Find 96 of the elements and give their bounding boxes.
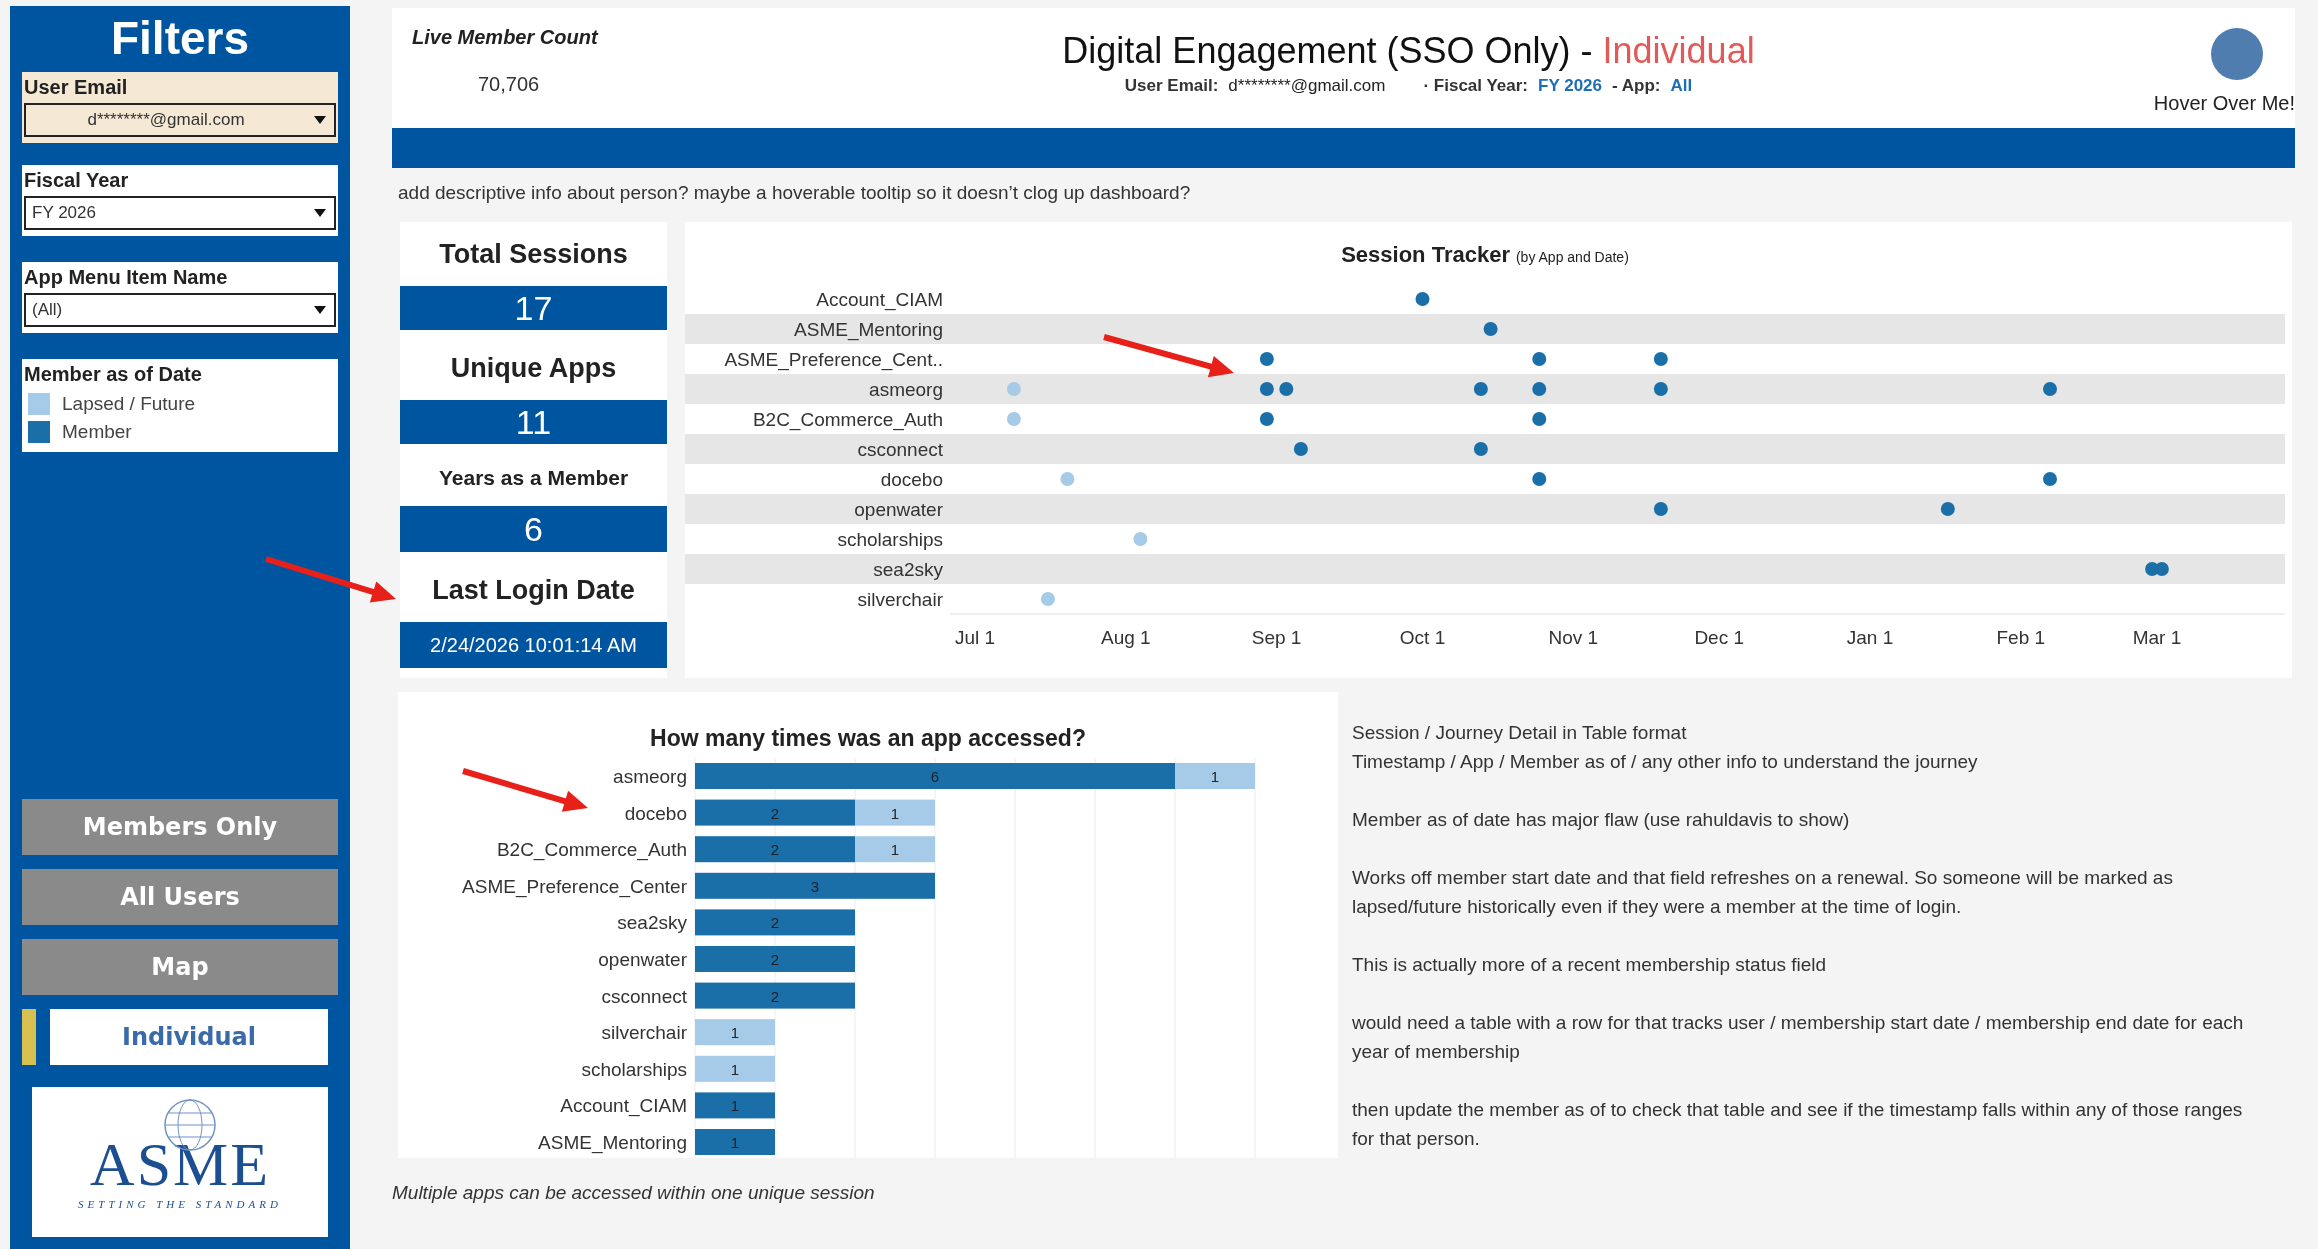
logo-name: ASME (89, 1134, 271, 1194)
filter-label: Member as of Date (24, 363, 203, 386)
axis-label: scholarships (837, 529, 943, 550)
axis-label: Sep 1 (1251, 627, 1302, 648)
axis-label: openwater (854, 499, 943, 520)
kpi-value: 70,706 (477, 73, 541, 96)
caret-icon (314, 209, 326, 217)
axis-label: openwater (598, 949, 687, 970)
value-label: 2 (770, 951, 780, 968)
note-text: then update the member as of to check that table and see if the timestamp falls within any of those ranges for that person. (1352, 1098, 2244, 1151)
axis-label: silverchair (601, 1022, 687, 1044)
note-text: would need a table with a row for that tracks user / membership start date / membership end date for each year of membership (1352, 1011, 2245, 1064)
chart-title: How many times was an app accessed? (650, 725, 1086, 751)
hover-circle-icon[interactable] (2211, 28, 2263, 80)
kpi-label: Unique Apps (449, 351, 618, 385)
axis-label: sea2sky (873, 559, 943, 580)
axis-label: docebo (624, 802, 687, 824)
axis-label: B2C_Commerce_Auth (752, 409, 943, 430)
kpi-label: Last Login Date (431, 573, 636, 607)
note-text: Session / Journey Detail in Table format (1352, 721, 1688, 745)
axis-label: Nov 1 (1548, 627, 1599, 648)
value-label: 1 (730, 1134, 740, 1151)
value-label: 1 (890, 841, 900, 859)
summary-value: FY 2026 (1538, 76, 1602, 96)
axis-label: ASME_Preference_Cent.. (724, 349, 943, 370)
kpi-value: 2/24/2026 10:01:14 AM (400, 622, 667, 668)
kpi-value: 11 (400, 400, 667, 444)
value-label: 1 (1210, 768, 1220, 785)
dropdown[interactable]: (All) (24, 293, 336, 327)
axis-label: Account_CIAM (816, 289, 943, 310)
value-label: 2 (770, 841, 780, 859)
kpi-value: 17 (400, 286, 667, 330)
value-label: 3 (810, 877, 820, 895)
summary-value: All (1670, 76, 1693, 96)
summary-label: User Email: (1124, 76, 1219, 96)
nav-button[interactable]: Individual (50, 1009, 328, 1065)
kpi-value: 6 (400, 506, 667, 552)
axis-label: Jan 1 (1846, 627, 1894, 648)
note-text: Member as of date has major flaw (use rahuldavis to show) (1352, 808, 1851, 832)
note-text: This is actually more of a recent membership status field (1352, 953, 1828, 977)
note-text: Timestamp / App / Member as of / any other info to understand the journey (1352, 750, 1979, 774)
note-text: Works off member start date and that field refreshes on a renewal. So someone will be marked as lapsed/future historically even if they were a member at the time of login. (1352, 866, 2174, 919)
filter-label: App Menu Item Name (24, 266, 229, 289)
dropdown[interactable]: d********@gmail.com (24, 103, 336, 137)
value-label: 2 (770, 914, 780, 932)
axis-label: B2C_Commerce_Auth (496, 839, 687, 861)
axis-label: Account_CIAM (560, 1095, 687, 1117)
kpi-label: Live Member Count (412, 26, 600, 49)
value-label: 6 (930, 768, 940, 785)
caret-icon (314, 116, 326, 124)
chart-title: Session Tracker (by App and Date) (1341, 242, 1629, 267)
dashboard-subtitle: Individual (1602, 30, 1755, 72)
value-label: 1 (730, 1097, 740, 1115)
axis-label: scholarships (581, 1058, 687, 1080)
dashboard-title: Digital Engagement (SSO Only) - (1062, 30, 1593, 72)
value-label: 2 (770, 804, 780, 822)
axis-label: Aug 1 (1100, 627, 1151, 648)
kpi-label: Total Sessions (438, 237, 629, 271)
axis-label: csconnect (857, 439, 943, 460)
axis-label: asmeorg (869, 379, 943, 400)
selected-indicator (22, 1009, 36, 1065)
axis-label: asmeorg (613, 766, 687, 787)
nav-button[interactable]: Members Only (22, 799, 338, 855)
hover-label: Hover Over Me! (2153, 92, 2295, 115)
value-label: 2 (770, 987, 780, 1005)
summary-label: - App: (1612, 76, 1661, 96)
axis-label: Feb 1 (1996, 627, 2046, 648)
nav-button[interactable]: Map (22, 939, 338, 995)
axis-label: Mar 1 (2132, 627, 2182, 648)
axis-label: sea2sky (617, 912, 687, 934)
summary-value: d********@gmail.com (1228, 76, 1386, 96)
axis-label: docebo (880, 469, 943, 490)
axis-label: silverchair (857, 589, 943, 610)
axis-label: ASME_Preference_Center (462, 875, 687, 897)
axis-label: ASME_Mentoring (794, 319, 943, 340)
value-label: 1 (730, 1060, 740, 1078)
filter-label: User Email (24, 76, 129, 99)
chart-caption: Multiple apps can be accessed within one unique session (392, 1181, 876, 1204)
caret-icon (314, 306, 326, 314)
axis-label: ASME_Mentoring (538, 1132, 687, 1153)
legend-label: Member (62, 421, 132, 443)
value-label: 1 (730, 1024, 740, 1042)
sidebar-title: Filters (109, 11, 250, 66)
axis-label: Oct 1 (1399, 627, 1446, 648)
note-text: add descriptive info about person? maybe a hoverable tooltip so it doesn’t clog up dashboard? (397, 181, 1192, 205)
dropdown[interactable]: FY 2026 (24, 196, 336, 230)
axis-label: Dec 1 (1694, 627, 1745, 648)
kpi-label: Years as a Member (437, 465, 630, 491)
nav-button[interactable]: All Users (22, 869, 338, 925)
legend-label: Lapsed / Future (62, 393, 196, 415)
axis-label: Jul 1 (954, 627, 996, 648)
axis-label: csconnect (601, 985, 687, 1007)
value-label: 1 (890, 804, 900, 822)
logo-tagline: SETTING THE STANDARD (78, 1198, 282, 1210)
filter-label: Fiscal Year (24, 169, 130, 192)
summary-label: · Fiscal Year: (1423, 76, 1529, 96)
